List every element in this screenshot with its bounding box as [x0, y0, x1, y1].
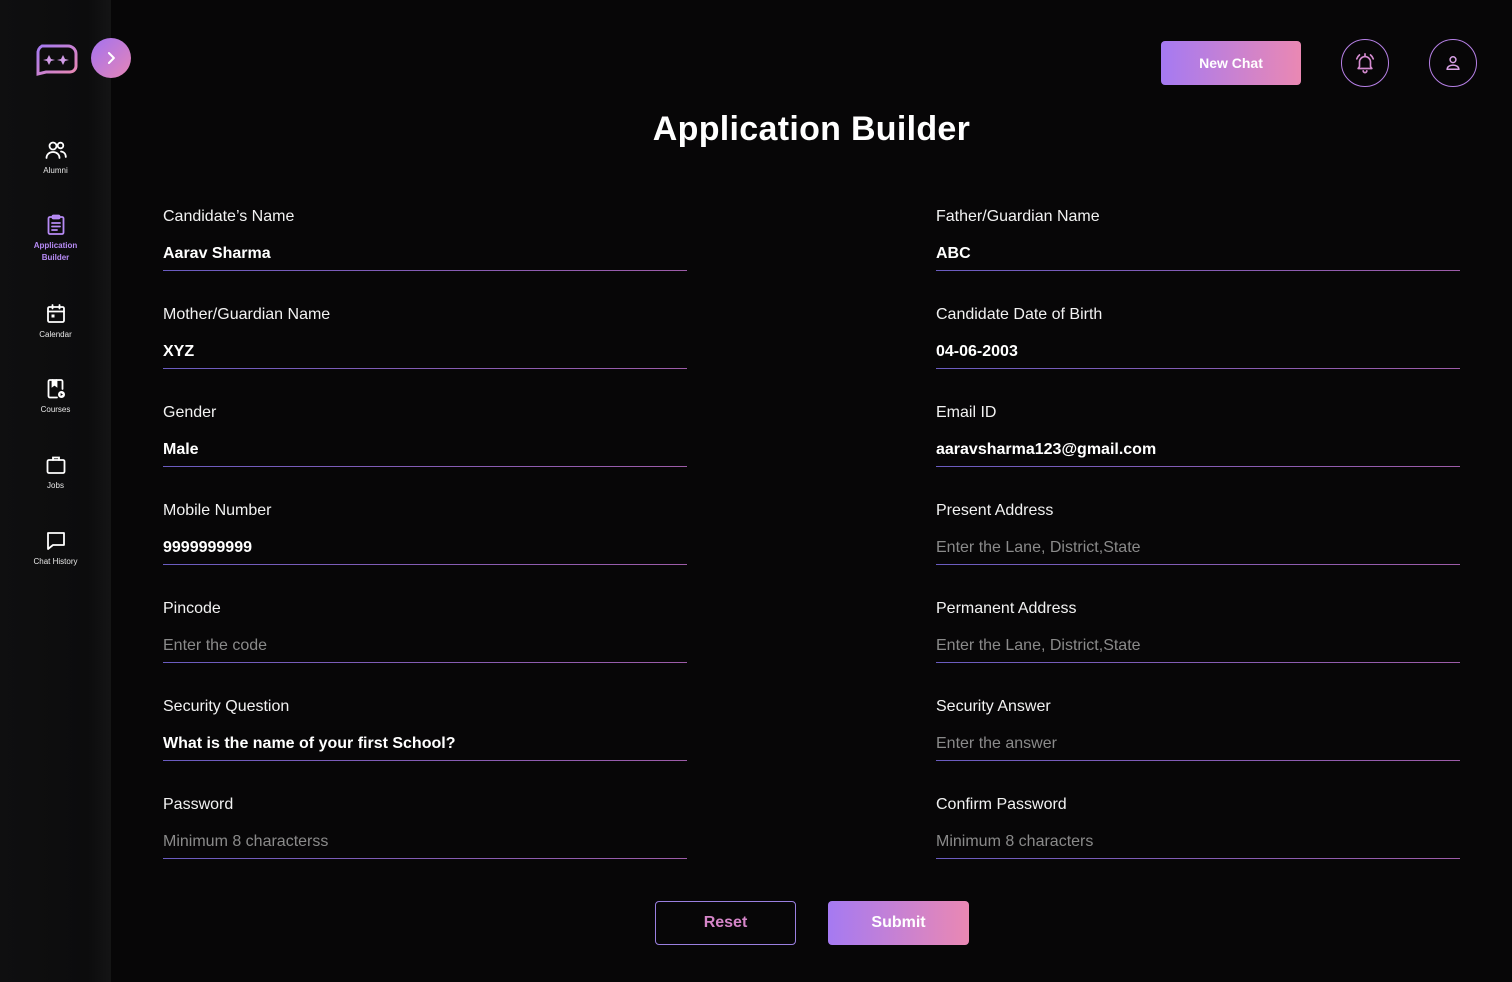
new-chat-button[interactable]: New Chat: [1161, 41, 1301, 85]
email-label: Email ID: [936, 404, 997, 421]
mobile-label: Mobile Number: [163, 502, 272, 519]
dob-input[interactable]: [936, 340, 1460, 364]
field-underline: [936, 368, 1460, 369]
sidebar-item-chat-history[interactable]: Chat History: [0, 529, 111, 568]
sidebar-item-courses[interactable]: Courses: [0, 377, 111, 416]
gender-input[interactable]: [163, 438, 687, 462]
submit-button[interactable]: Submit: [828, 901, 969, 945]
permanent-address-field: Permanent Address: [936, 600, 1460, 670]
email-input[interactable]: [936, 438, 1460, 462]
sidebar-item-alumni[interactable]: Alumni: [0, 138, 111, 177]
users-icon: [45, 141, 67, 159]
calendar-icon: [46, 304, 65, 323]
page-title: Application Builder: [652, 110, 971, 148]
pincode-field: Pincode: [163, 600, 687, 670]
sidebar-item-application-builder[interactable]: Application Builder: [0, 213, 111, 264]
sidebar-item-label: Jobs: [47, 481, 64, 490]
sidebar-item-label: Chat History: [33, 557, 78, 566]
confirm-password-label: Confirm Password: [936, 796, 1067, 813]
field-underline: [163, 858, 687, 859]
user-icon: [1446, 56, 1460, 70]
password-input[interactable]: [163, 830, 687, 854]
security-question-input[interactable]: [163, 732, 687, 756]
field-underline: [936, 270, 1460, 271]
field-underline: [163, 564, 687, 565]
security-question-field: Security Question: [163, 698, 687, 768]
sidebar-item-jobs[interactable]: Jobs: [0, 453, 111, 492]
security-answer-field: Security Answer: [936, 698, 1460, 768]
expand-sidebar-button[interactable]: [91, 38, 131, 78]
field-underline: [163, 662, 687, 663]
courses-icon: [47, 379, 65, 399]
field-underline: [163, 368, 687, 369]
mobile-field: Mobile Number: [163, 502, 687, 572]
gender-label: Gender: [163, 404, 217, 421]
present-address-label: Present Address: [936, 502, 1054, 519]
security-answer-label: Security Answer: [936, 698, 1051, 715]
notifications-button[interactable]: [1341, 39, 1389, 87]
present-address-input[interactable]: [936, 536, 1460, 560]
permanent-address-input[interactable]: [936, 634, 1460, 658]
bell-icon: [1355, 53, 1375, 74]
field-underline: [936, 760, 1460, 761]
field-underline: [163, 466, 687, 467]
candidate-name-field: Candidate’s Name: [163, 208, 687, 278]
email-field: Email ID: [936, 404, 1460, 474]
father-name-field: Father/Guardian Name: [936, 208, 1460, 278]
field-underline: [163, 270, 687, 271]
gender-field: Gender: [163, 404, 687, 474]
field-underline: [936, 662, 1460, 663]
sidebar: Alumni Application Builder Calendar Cour…: [0, 0, 111, 982]
password-field: Password: [163, 796, 687, 866]
briefcase-icon: [46, 456, 65, 474]
password-label: Password: [163, 796, 234, 813]
security-answer-input[interactable]: [936, 732, 1460, 756]
mother-name-field: Mother/Guardian Name: [163, 306, 687, 376]
pincode-label: Pincode: [163, 600, 221, 617]
dob-label: Candidate Date of Birth: [936, 306, 1103, 323]
logo-icon: [34, 42, 78, 76]
dob-field: Candidate Date of Birth: [936, 306, 1460, 376]
mobile-input[interactable]: [163, 536, 687, 560]
sidebar-item-calendar[interactable]: Calendar: [0, 302, 111, 341]
field-underline: [936, 564, 1460, 565]
chat-icon: [46, 532, 65, 550]
sidebar-item-label: Alumni: [43, 166, 68, 175]
chevron-right-icon: [107, 52, 115, 64]
candidate-name-label: Candidate’s Name: [163, 208, 295, 225]
mother-name-label: Mother/Guardian Name: [163, 306, 331, 323]
field-underline: [163, 760, 687, 761]
clipboard-icon: [47, 214, 64, 235]
field-underline: [936, 466, 1460, 467]
confirm-password-field: Confirm Password: [936, 796, 1460, 866]
app-window: Alumni Application Builder Calendar Cour…: [0, 0, 1512, 982]
mother-name-input[interactable]: [163, 340, 687, 364]
present-address-field: Present Address: [936, 502, 1460, 572]
field-underline: [936, 858, 1460, 859]
father-name-input[interactable]: [936, 242, 1460, 266]
candidate-name-input[interactable]: [163, 242, 687, 266]
reset-button[interactable]: Reset: [655, 901, 796, 945]
sidebar-item-label: Calendar: [39, 330, 72, 339]
confirm-password-input[interactable]: [936, 830, 1460, 854]
sidebar-item-label: Courses: [40, 405, 71, 414]
pincode-input[interactable]: [163, 634, 687, 658]
permanent-address-label: Permanent Address: [936, 600, 1077, 617]
sidebar-item-label: Application Builder: [33, 241, 78, 262]
security-question-label: Security Question: [163, 698, 290, 715]
profile-button[interactable]: [1429, 39, 1477, 87]
father-name-label: Father/Guardian Name: [936, 208, 1100, 225]
